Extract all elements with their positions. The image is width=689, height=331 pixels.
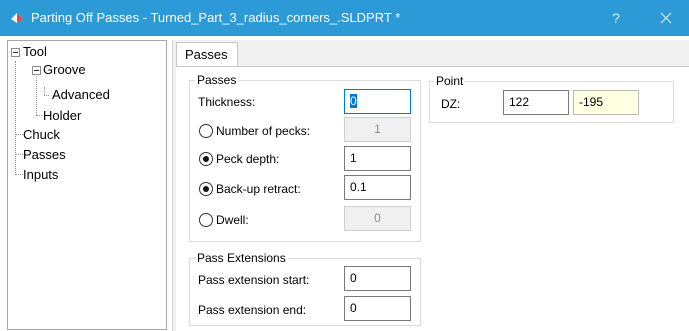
tree-connector bbox=[15, 61, 16, 175]
tree-item-groove[interactable]: Groove bbox=[43, 62, 86, 77]
tree-connector bbox=[15, 154, 23, 155]
dz-input[interactable]: 122 bbox=[503, 90, 569, 115]
tree-connector bbox=[36, 69, 37, 115]
tree-item-passes[interactable]: Passes bbox=[23, 147, 66, 162]
tree-item-holder[interactable]: Holder bbox=[43, 108, 81, 123]
title-bar: Parting Off Passes - Turned_Part_3_radiu… bbox=[0, 0, 689, 36]
tree-item-tool[interactable]: Tool bbox=[23, 44, 47, 59]
close-icon[interactable] bbox=[655, 7, 677, 29]
tree-connector bbox=[44, 95, 49, 96]
dwell-radio[interactable] bbox=[199, 213, 213, 227]
dwell-label[interactable]: Dwell: bbox=[216, 213, 249, 227]
tree-connector bbox=[15, 174, 23, 175]
passes-group-title: Passes bbox=[195, 73, 239, 87]
collapse-tool-icon[interactable] bbox=[11, 48, 20, 57]
peck-depth-label[interactable]: Peck depth: bbox=[216, 152, 279, 166]
pass-extension-end-input[interactable]: 0 bbox=[344, 296, 411, 321]
pass-extension-start-input[interactable]: 0 bbox=[344, 266, 411, 291]
backup-retract-input[interactable]: 0.1 bbox=[344, 175, 411, 200]
tree-item-chuck[interactable]: Chuck bbox=[23, 127, 60, 142]
pass-extension-end-label: Pass extension end: bbox=[198, 303, 307, 317]
tree-connector bbox=[36, 115, 42, 116]
tree-connector bbox=[15, 134, 23, 135]
number-of-pecks-input: 1 bbox=[344, 117, 411, 142]
window-title: Parting Off Passes - Turned_Part_3_radiu… bbox=[31, 10, 401, 25]
pass-extension-start-label: Pass extension start: bbox=[198, 273, 310, 287]
tree-item-advanced[interactable]: Advanced bbox=[52, 87, 110, 102]
peck-depth-input[interactable]: 1 bbox=[344, 146, 411, 171]
number-of-pecks-radio[interactable] bbox=[199, 124, 213, 138]
tree-view[interactable]: Tool Groove Advanced Holder Chuck Passes… bbox=[7, 40, 167, 330]
collapse-groove-icon[interactable] bbox=[32, 66, 41, 75]
backup-retract-label[interactable]: Back-up retract: bbox=[216, 182, 301, 196]
number-of-pecks-label[interactable]: Number of pecks: bbox=[216, 124, 310, 138]
dz-label: DZ: bbox=[441, 97, 461, 111]
tab-passes[interactable]: Passes bbox=[176, 42, 238, 67]
tree-item-inputs[interactable]: Inputs bbox=[23, 167, 58, 182]
point-group-title: Point bbox=[434, 74, 466, 88]
tree-connector bbox=[44, 87, 45, 95]
backup-retract-radio[interactable] bbox=[199, 182, 213, 196]
thickness-input[interactable]: 0 bbox=[344, 89, 411, 114]
dwell-input: 0 bbox=[344, 206, 411, 231]
thickness-label: Thickness: bbox=[198, 95, 256, 109]
app-icon bbox=[11, 13, 23, 23]
pass-extensions-group-title: Pass Extensions bbox=[195, 251, 288, 265]
dz-current-value: -195 bbox=[573, 90, 639, 115]
peck-depth-radio[interactable] bbox=[199, 152, 213, 166]
help-button[interactable]: ? bbox=[606, 7, 626, 29]
